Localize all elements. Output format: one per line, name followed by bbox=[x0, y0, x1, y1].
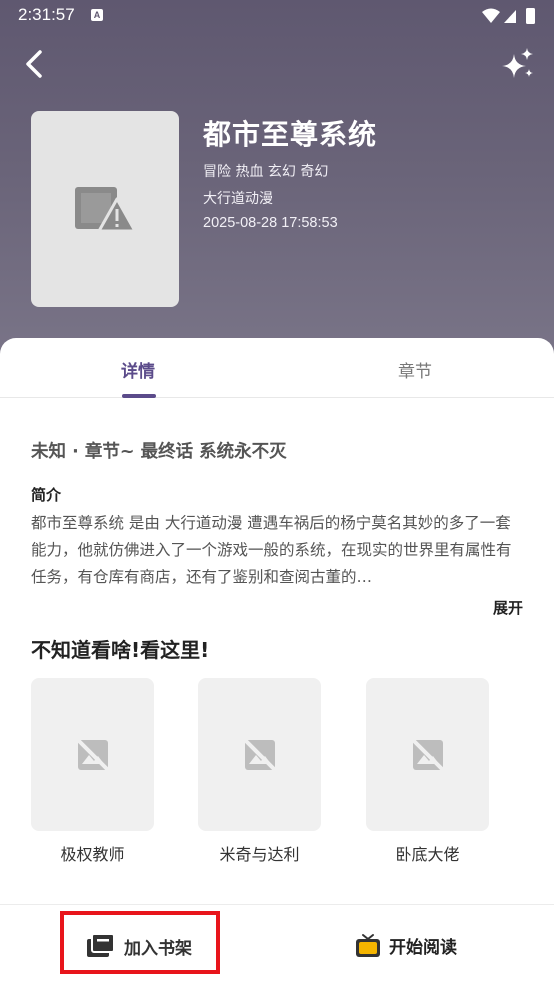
no-image-icon bbox=[243, 738, 277, 772]
sparkle-icon bbox=[502, 48, 533, 78]
sparkle-button[interactable] bbox=[500, 46, 536, 82]
status-time: 2:31:57 bbox=[18, 5, 75, 24]
expand-button[interactable]: 展开 bbox=[493, 597, 523, 618]
tab-bar: 详情 章节 bbox=[0, 338, 554, 398]
add-to-shelf-label: 加入书架 bbox=[124, 939, 192, 959]
tab-chapters[interactable]: 章节 bbox=[398, 357, 432, 382]
intro-text: 都市至尊系统 是由 大行道动漫 遭遇车祸后的杨宁莫名其妙的多了一套能力，他就仿佛… bbox=[31, 514, 512, 586]
tab-details[interactable]: 详情 bbox=[121, 357, 155, 382]
recommend-name: 卧底大佬 bbox=[395, 845, 460, 864]
start-reading-button[interactable]: 开始阅读 bbox=[355, 931, 485, 961]
start-reading-label: 开始阅读 bbox=[389, 938, 457, 958]
tv-icon bbox=[356, 934, 380, 957]
book-author: 大行道动漫 bbox=[203, 191, 273, 207]
tab-indicator bbox=[122, 394, 156, 398]
recommend-name: 米奇与达利 bbox=[219, 845, 300, 864]
signal-icon bbox=[504, 10, 516, 23]
book-title: 都市至尊系统 bbox=[203, 118, 378, 151]
back-button[interactable] bbox=[20, 48, 52, 80]
book-update-time: 2025-08-28 17:58:53 bbox=[203, 215, 338, 231]
bottom-action-bar: 加入书架 开始阅读 bbox=[0, 904, 554, 984]
no-image-icon bbox=[76, 738, 110, 772]
no-image-icon bbox=[411, 738, 445, 772]
book-cover bbox=[31, 111, 179, 307]
back-arrow-icon bbox=[26, 50, 42, 78]
notification-icon: A bbox=[91, 9, 103, 21]
content-sheet: 详情 章节 未知 · 章节~ 最终话 系统永不灭 简介 都市至尊系统 是由 大行… bbox=[0, 338, 554, 984]
status-icons bbox=[480, 6, 538, 31]
book-tags: 冒险 热血 玄幻 奇幻 bbox=[203, 164, 329, 180]
broken-image-icon bbox=[75, 187, 137, 233]
recommend-thumbnail[interactable] bbox=[366, 678, 489, 831]
wifi-icon bbox=[482, 8, 500, 23]
recommend-item[interactable]: 米奇与达利 bbox=[198, 678, 321, 865]
recommend-thumbnail[interactable] bbox=[31, 678, 154, 831]
battery-icon bbox=[526, 8, 535, 24]
recommend-item[interactable]: 卧底大佬 bbox=[366, 678, 489, 865]
recommend-thumbnail[interactable] bbox=[198, 678, 321, 831]
recommend-item[interactable]: 极权教师 bbox=[31, 678, 154, 865]
intro-heading: 简介 bbox=[31, 486, 62, 504]
chapter-progress: 未知 · 章节~ 最终话 系统永不灭 bbox=[31, 442, 287, 462]
recommend-heading: 不知道看啥!看这里! bbox=[31, 638, 210, 662]
recommend-name: 极权教师 bbox=[60, 845, 125, 864]
status-bar: 2:31:57 A bbox=[0, 0, 554, 32]
add-to-shelf-button[interactable]: 加入书架 bbox=[60, 911, 220, 974]
bookshelf-icon bbox=[87, 933, 115, 957]
